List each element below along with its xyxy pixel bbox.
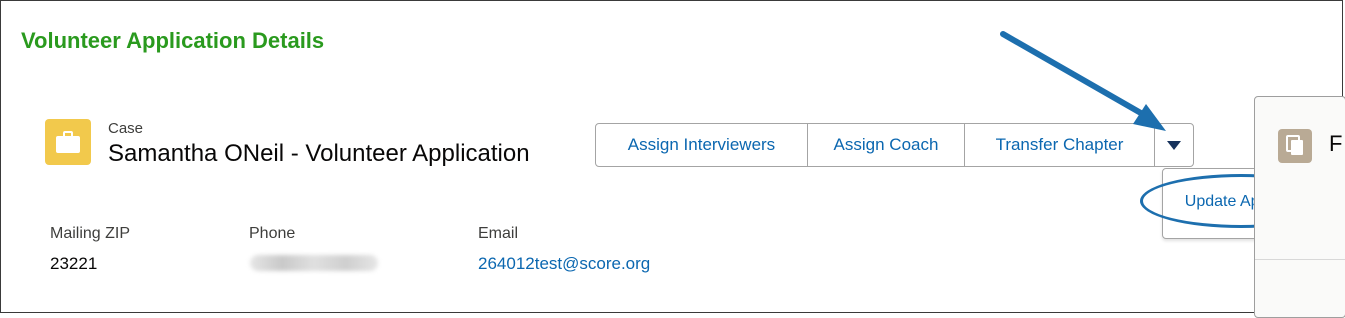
assign-coach-button[interactable]: Assign Coach xyxy=(808,124,965,166)
side-panel-divider xyxy=(1255,259,1345,260)
side-panel-title: F xyxy=(1329,131,1343,156)
mailing-zip-value: 23221 xyxy=(50,254,98,273)
transfer-chapter-button[interactable]: Transfer Chapter xyxy=(965,124,1155,166)
record-name: Samantha ONeil - Volunteer Application xyxy=(108,140,530,167)
phone-label: Phone xyxy=(249,225,296,242)
email-link[interactable]: 264012test@score.org xyxy=(478,254,650,274)
action-button-group: Assign Interviewers Assign Coach Transfe… xyxy=(595,123,1194,167)
files-icon xyxy=(1278,129,1312,163)
page-title: Volunteer Application Details xyxy=(21,28,325,53)
record-type-label: Case xyxy=(108,120,144,137)
case-briefcase-icon xyxy=(45,119,91,165)
email-label: Email xyxy=(478,225,519,242)
side-panel-card: F xyxy=(1254,96,1345,318)
more-actions-button[interactable] xyxy=(1155,124,1193,166)
mailing-zip-label: Mailing ZIP xyxy=(50,225,131,242)
phone-value-redacted xyxy=(250,255,378,271)
assign-interviewers-button[interactable]: Assign Interviewers xyxy=(596,124,808,166)
chevron-down-icon xyxy=(1167,141,1181,150)
